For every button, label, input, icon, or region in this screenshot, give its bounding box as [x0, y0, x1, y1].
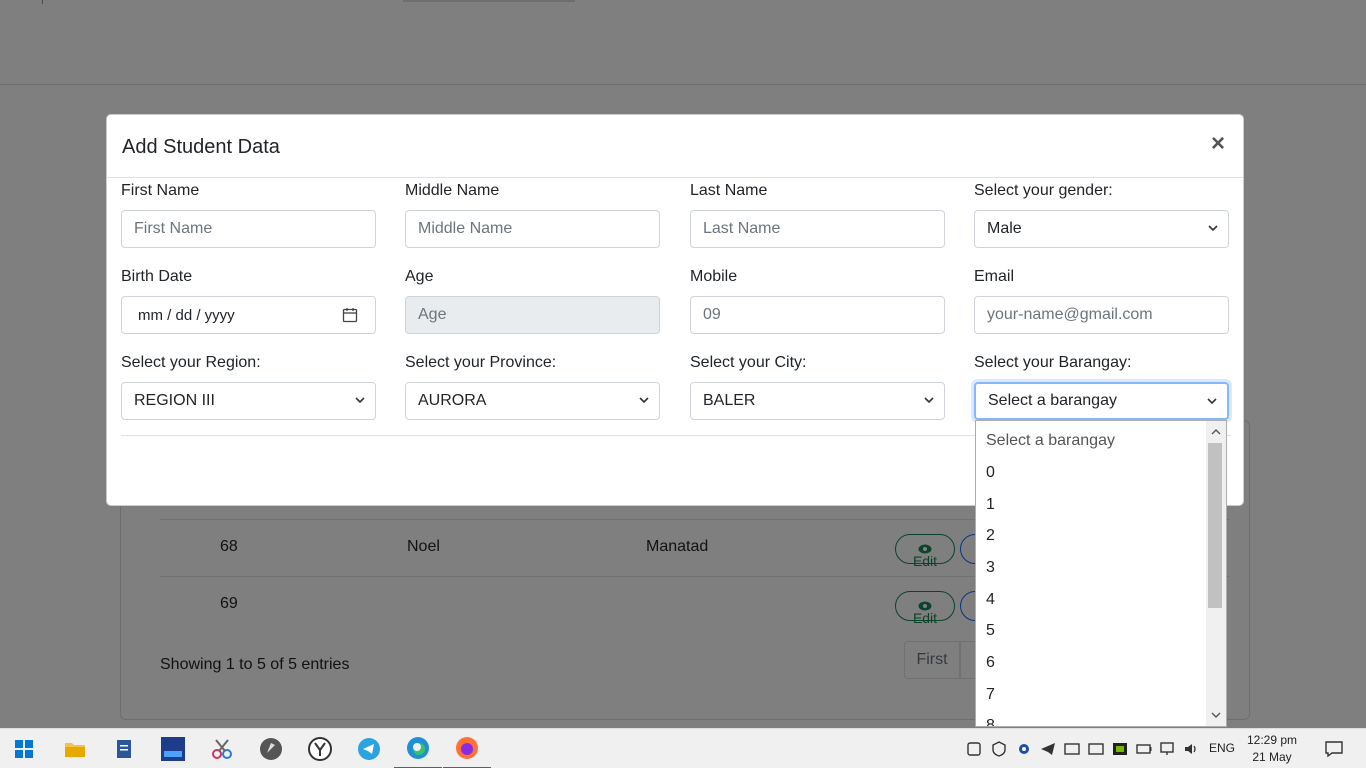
calendar-icon[interactable]	[342, 307, 358, 323]
city-value: BALER	[703, 392, 756, 409]
document-icon	[117, 740, 131, 758]
edge-browser-button[interactable]	[394, 729, 442, 768]
battery-icon[interactable]	[1136, 741, 1152, 757]
tray-app-icon[interactable]	[966, 741, 982, 757]
city-label: Select your City:	[690, 354, 807, 371]
dropdown-option[interactable]: 4	[986, 591, 995, 609]
dropdown-option[interactable]: 2	[986, 527, 995, 545]
dropdown-option[interactable]: 0	[986, 464, 995, 482]
region-label: Select your Region:	[121, 354, 261, 371]
windows-taskbar: ENG 12:29 pm 21 May 2024	[0, 728, 1366, 768]
close-button[interactable]: ×	[1211, 132, 1225, 156]
first-name-input[interactable]: First Name	[121, 210, 376, 248]
last-name-input[interactable]: Last Name	[690, 210, 945, 248]
clock-time: 12:29 pm	[1246, 733, 1298, 747]
chevron-down-icon	[1207, 398, 1217, 405]
telegram-button[interactable]	[345, 729, 393, 768]
barangay-select[interactable]: Select a barangay	[974, 382, 1229, 420]
region-select[interactable]: REGION III	[121, 382, 376, 420]
start-button[interactable]	[0, 729, 48, 768]
mobile-label: Mobile	[690, 268, 738, 285]
dropdown-option[interactable]: 1	[986, 496, 995, 514]
modal-header: Add Student Data ×	[107, 115, 1243, 178]
dropdown-option[interactable]: Select a barangay	[986, 432, 1115, 450]
middle-name-input[interactable]: Middle Name	[405, 210, 660, 248]
last-name-label: Last Name	[690, 182, 768, 199]
gear-icon[interactable]	[1016, 741, 1032, 757]
chevron-down-icon	[639, 397, 649, 404]
nvidia-icon[interactable]	[1112, 741, 1128, 757]
folder-icon	[65, 743, 85, 757]
province-value: AURORA	[418, 392, 487, 409]
dropdown-option[interactable]: 3	[986, 559, 995, 577]
email-label: Email	[974, 268, 1015, 285]
first-name-label: First Name	[121, 182, 200, 199]
chevron-down-icon	[355, 397, 365, 404]
chevron-up-icon[interactable]	[1211, 427, 1221, 437]
edge-icon	[407, 737, 429, 759]
dropdown-option[interactable]: 8	[986, 717, 995, 726]
clock[interactable]: 12:29 pm 21 May 2024	[1238, 732, 1306, 768]
telegram-tray-icon[interactable]	[1040, 741, 1056, 757]
modal-title: Add Student Data	[122, 136, 280, 158]
chevron-down-icon	[924, 397, 934, 404]
dropdown-option[interactable]: 5	[986, 622, 995, 640]
snipping-tool-button[interactable]	[198, 729, 246, 768]
province-select[interactable]: AURORA	[405, 382, 660, 420]
gender-value: Male	[987, 220, 1022, 237]
volume-icon[interactable]	[1183, 741, 1199, 757]
scrollbar-thumb[interactable]	[1208, 443, 1222, 608]
dsp-app-button[interactable]	[149, 729, 197, 768]
birth-date-label: Birth Date	[121, 268, 193, 285]
birth-date-placeholder: mm / dd / yyyy	[138, 306, 235, 324]
barangay-value: Select a barangay	[988, 392, 1117, 409]
yandex-icon	[308, 737, 332, 761]
yandex-browser-button[interactable]	[296, 729, 344, 768]
city-select[interactable]: BALER	[690, 382, 945, 420]
middle-name-label: Middle Name	[405, 182, 500, 199]
network-app-icon[interactable]	[1064, 741, 1080, 757]
mobile-input[interactable]: 09	[690, 296, 945, 334]
gender-label: Select your gender:	[974, 182, 1113, 199]
dropdown-option[interactable]: 7	[986, 686, 995, 704]
network-icon[interactable]	[1159, 741, 1175, 757]
shield-icon[interactable]	[991, 741, 1007, 757]
birth-date-input[interactable]: mm / dd / yyyy	[121, 296, 376, 334]
network-app-icon[interactable]	[1088, 741, 1104, 757]
compass-icon	[260, 738, 282, 760]
windows-logo-icon	[15, 740, 33, 758]
scissors-icon	[212, 739, 232, 759]
dropdown-option[interactable]: 6	[986, 654, 995, 672]
clock-date: 21 May 2024	[1252, 750, 1292, 768]
notification-icon[interactable]	[1325, 740, 1343, 758]
chevron-down-icon	[1208, 225, 1218, 232]
email-input[interactable]: your-name@gmail.com	[974, 296, 1229, 334]
age-label: Age	[405, 268, 434, 285]
app-button[interactable]	[247, 729, 295, 768]
barangay-label: Select your Barangay:	[974, 354, 1132, 371]
document-app-button[interactable]	[100, 729, 148, 768]
dsp-icon	[161, 737, 185, 761]
firefox-icon	[456, 737, 478, 759]
barangay-dropdown-list[interactable]: Select a barangay 0 1 2 3 4 5 6 7 8	[975, 420, 1227, 727]
dropdown-scrollbar[interactable]	[1206, 421, 1226, 726]
gender-select[interactable]: Male	[974, 210, 1229, 248]
telegram-icon	[358, 738, 380, 760]
region-value: REGION III	[134, 392, 215, 409]
firefox-button[interactable]	[443, 729, 491, 768]
file-explorer-button[interactable]	[51, 729, 99, 768]
province-label: Select your Province:	[405, 354, 557, 371]
age-input: Age	[405, 296, 660, 334]
chevron-down-icon[interactable]	[1211, 710, 1221, 720]
language-indicator[interactable]: ENG	[1209, 741, 1235, 755]
